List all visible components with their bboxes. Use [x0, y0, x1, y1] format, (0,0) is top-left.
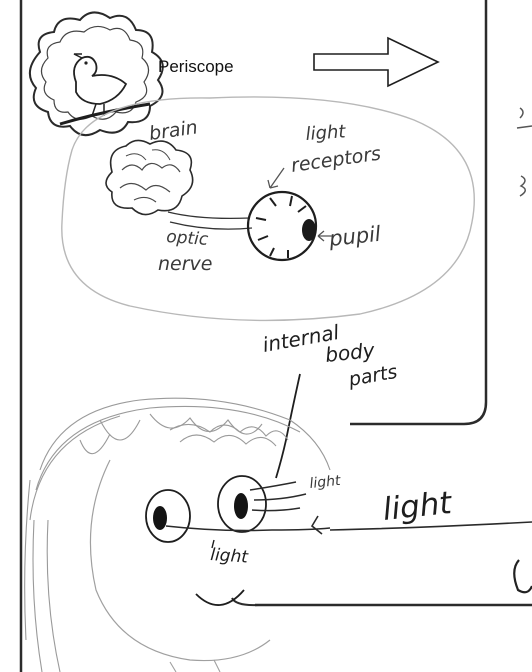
bird-cloud-drawing: [29, 11, 164, 137]
right-arrow-outline: [313, 36, 440, 88]
light-big-label: light: [381, 485, 455, 528]
periscope-label: Periscope: [158, 57, 234, 76]
optic-nerve-line: [167, 211, 253, 230]
hair-scribbles: [24, 397, 331, 672]
light-receptors-label-line1: light: [305, 121, 347, 145]
edge-mark-1: [516, 107, 532, 129]
girl-eye-right: [217, 475, 267, 533]
receptor-arrow: [267, 167, 285, 189]
nerve-label: nerve: [158, 253, 212, 275]
girl-eye-left: [145, 489, 191, 543]
pupil-label: pupil: [327, 222, 382, 251]
light-small-label: light: [309, 473, 342, 492]
light-receptors-label-line2: receptors: [290, 143, 383, 177]
worksheet-drawing: Periscope brain light receptors pupil op…: [19, 0, 532, 672]
neck-line: [169, 659, 221, 672]
light-rays: [165, 481, 331, 532]
eye-drawing: [246, 190, 318, 262]
light-bottom-label: light: [210, 545, 250, 568]
body-label: body: [324, 338, 377, 367]
edge-mark-2: [519, 175, 526, 197]
brain-label: brain: [148, 116, 199, 145]
edge-mark-3: [513, 559, 532, 594]
brain-drawing: [105, 139, 194, 216]
pupil-dot: [302, 219, 316, 241]
parts-label: parts: [346, 361, 399, 391]
optic-label: optic: [166, 227, 210, 250]
